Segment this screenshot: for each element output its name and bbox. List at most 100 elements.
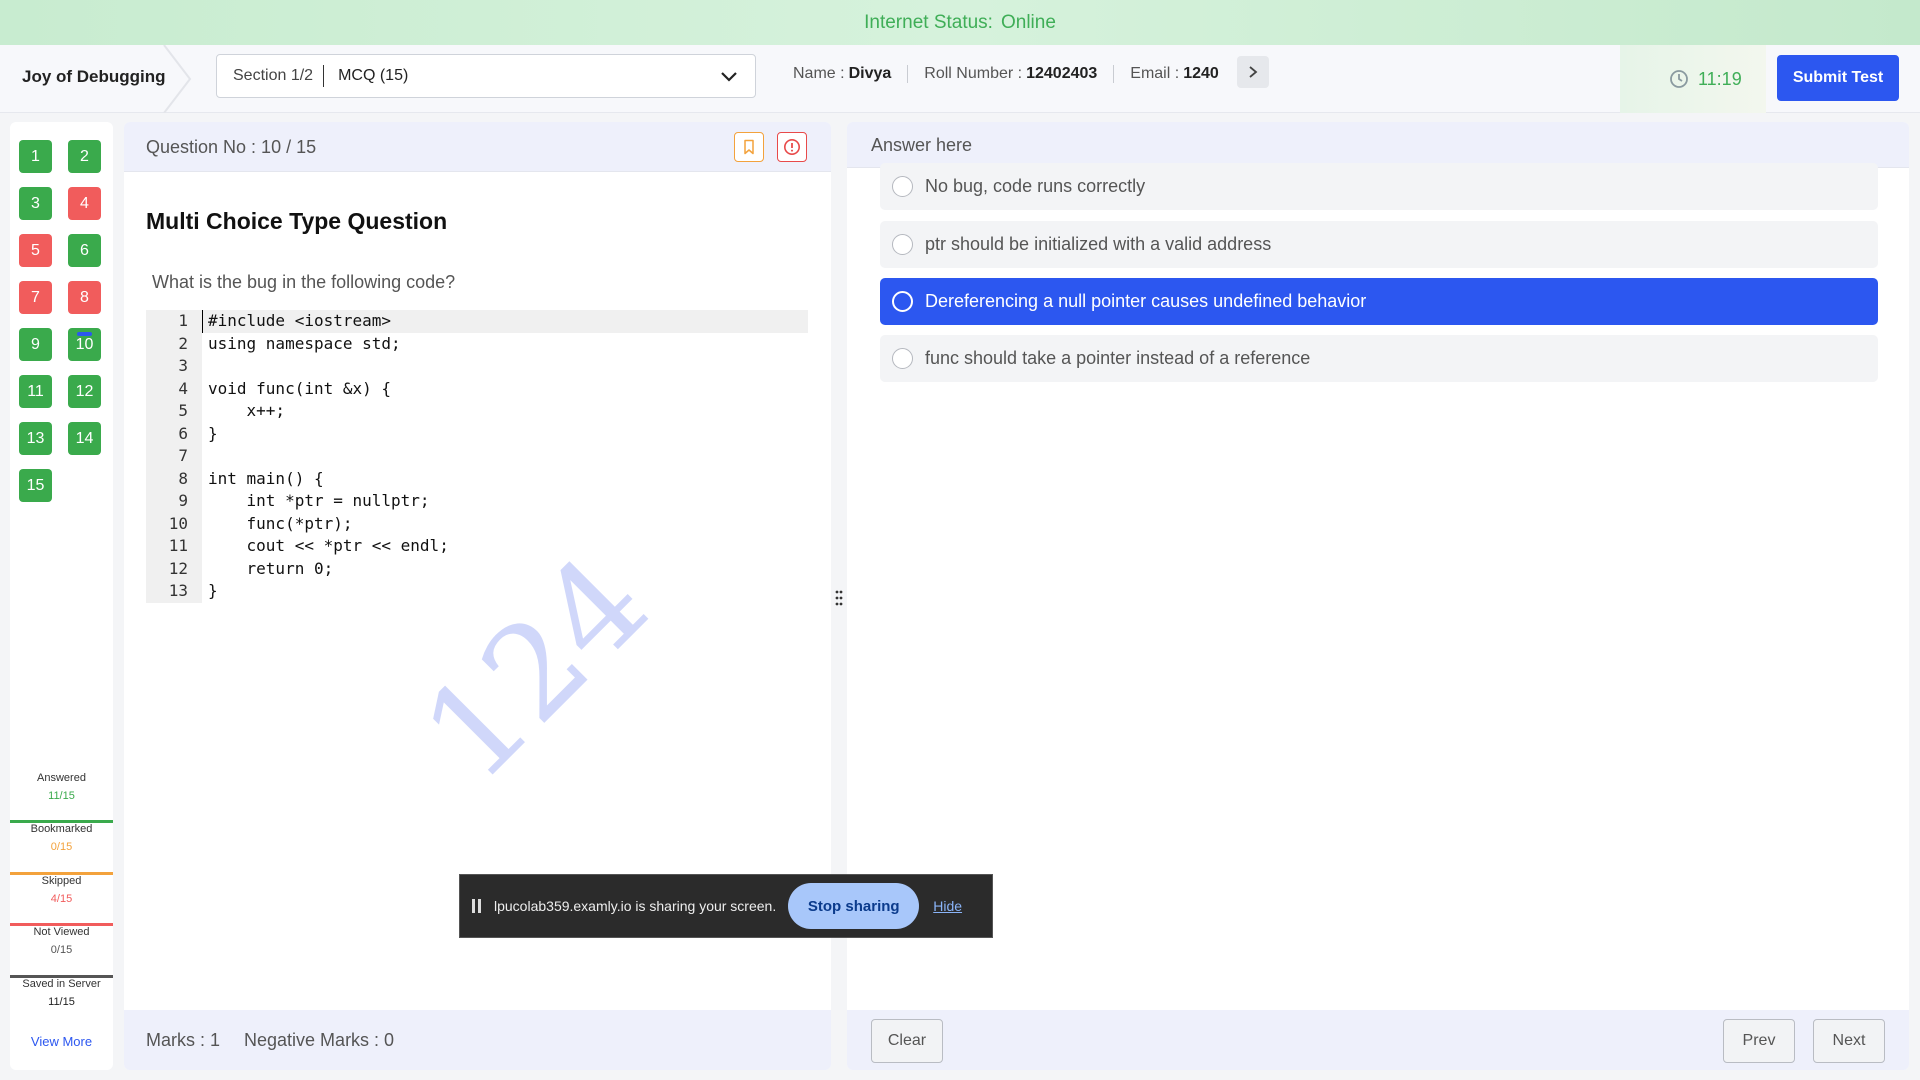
radio-icon <box>892 348 913 369</box>
answer-option-label: No bug, code runs correctly <box>925 176 1146 196</box>
app-title: Joy of Debugging <box>22 67 166 86</box>
code-line: 3 <box>146 355 808 378</box>
screen-share-bar: lpucolab359.examly.io is sharing your sc… <box>459 874 993 938</box>
question-button-10[interactable]: 10 <box>68 328 101 361</box>
bookmark-button[interactable] <box>734 132 764 162</box>
answer-option-1[interactable]: No bug, code runs correctly <box>880 163 1878 210</box>
question-button-9[interactable]: 9 <box>19 328 52 361</box>
chevron-right-icon <box>1249 66 1258 78</box>
code-line: 13} <box>146 580 808 603</box>
internet-status-value: Online <box>1000 11 1056 33</box>
panel-resize-handle-icon[interactable] <box>833 588 845 608</box>
answer-option-label: Dereferencing a null pointer causes unde… <box>925 291 1367 311</box>
answer-option-4[interactable]: func should take a pointer instead of a … <box>880 335 1878 382</box>
section-divider <box>323 65 325 87</box>
question-number: Question No : 10 / 15 <box>146 137 317 157</box>
question-button-2[interactable]: 2 <box>68 140 101 173</box>
question-text: What is the bug in the following code? <box>152 272 456 292</box>
question-button-5[interactable]: 5 <box>19 234 52 267</box>
screen-share-message: lpucolab359.examly.io is sharing your sc… <box>494 898 777 914</box>
code-line: 9 int *ptr = nullptr; <box>146 490 808 513</box>
section-dropdown[interactable]: Section 1/2 MCQ (15) <box>216 54 756 98</box>
line-number: 6 <box>146 422 202 445</box>
question-button-7[interactable]: 7 <box>19 281 52 314</box>
chevron-down-icon <box>721 72 737 82</box>
next-button[interactable]: Next <box>1813 1019 1885 1063</box>
roll-number: 12402403 <box>1026 65 1098 82</box>
answer-option-label: ptr should be initialized with a valid a… <box>925 234 1272 254</box>
answer-option-2[interactable]: ptr should be initialized with a valid a… <box>880 221 1878 268</box>
code-line: 5 x++; <box>146 400 808 423</box>
line-number: 12 <box>146 557 202 580</box>
timer: 11:19 <box>1620 45 1766 113</box>
alert-circle-icon <box>784 139 800 155</box>
submit-test-button[interactable]: Submit Test <box>1777 55 1899 101</box>
header: Joy of Debugging Section 1/2 MCQ (15) Na… <box>0 45 1920 113</box>
question-button-8[interactable]: 8 <box>68 281 101 314</box>
candidate-name: Divya <box>848 65 892 82</box>
legend-skipped-label: Skipped <box>41 875 82 887</box>
legend-saved-count: 11/15 <box>48 996 75 1008</box>
answer-footer: Clear Prev Next <box>847 1010 1909 1070</box>
code-line: 12 return 0; <box>146 557 808 580</box>
email-value: 1240 <box>1183 65 1219 82</box>
code-text: func(*ptr); <box>208 513 353 533</box>
answer-header-label: Answer here <box>871 135 973 155</box>
email-container: Email : 1240 <box>1130 65 1230 83</box>
info-scroll-right-button[interactable] <box>1237 56 1269 88</box>
legend-answered: Answered 11/15 <box>10 772 113 802</box>
code-text: int *ptr = nullptr; <box>208 491 430 510</box>
legend-bookmarked-count: 0/15 <box>50 841 73 853</box>
question-button-15[interactable]: 15 <box>19 469 52 502</box>
candidate-info: Name : Divya Roll Number : 12402403 Emai… <box>793 65 1230 83</box>
line-number: 13 <box>146 580 202 603</box>
marks-label: Marks : 1 <box>146 1029 221 1050</box>
prev-button[interactable]: Prev <box>1723 1019 1795 1063</box>
hide-share-bar-link[interactable]: Hide <box>933 898 962 914</box>
question-button-6[interactable]: 6 <box>68 234 101 267</box>
stop-sharing-button[interactable]: Stop sharing <box>788 883 920 929</box>
question-button-13[interactable]: 13 <box>19 422 52 455</box>
name-label: Name : <box>793 65 845 82</box>
legend-answered-count: 11/15 <box>48 790 75 802</box>
code-text: x++; <box>208 401 286 420</box>
question-button-3[interactable]: 3 <box>19 187 52 220</box>
info-divider <box>1113 65 1115 83</box>
code-line: 2 using namespace std; <box>146 332 808 355</box>
code-text: } <box>208 581 218 600</box>
code-line: 1 #include <iostream> <box>146 310 808 333</box>
question-button-4[interactable]: 4 <box>68 187 101 220</box>
line-number: 2 <box>146 332 202 355</box>
question-button-1[interactable]: 1 <box>19 140 52 173</box>
code-line: 8 int main() { <box>146 467 808 490</box>
answer-option-label: func should take a pointer instead of a … <box>925 348 1311 368</box>
email-label: Email : <box>1130 65 1180 82</box>
legend-skipped: Skipped 4/15 <box>10 875 113 905</box>
question-button-12[interactable]: 12 <box>68 375 101 408</box>
answer-header: Answer here <box>847 122 1909 168</box>
legend-bookmarked: Bookmarked 0/15 <box>10 823 113 853</box>
code-text: #include <iostream> <box>202 310 391 333</box>
code-block: 1 #include <iostream> 2 using namespace std… <box>146 310 808 603</box>
code-text: void func(int &x) { <box>208 378 392 398</box>
report-button[interactable] <box>777 132 807 162</box>
question-button-11[interactable]: 11 <box>19 375 52 408</box>
view-more-link[interactable]: View More <box>10 1034 113 1049</box>
question-button-14[interactable]: 14 <box>68 422 101 455</box>
clear-button[interactable]: Clear <box>871 1019 943 1063</box>
negative-marks-label: Negative Marks : 0 <box>244 1029 395 1050</box>
code-line: 11 cout << *ptr << endl; <box>146 535 808 558</box>
legend-answered-label: Answered <box>37 772 86 784</box>
line-number: 11 <box>146 535 202 558</box>
answer-option-3[interactable]: Dereferencing a null pointer causes unde… <box>880 278 1878 325</box>
line-number: 8 <box>146 467 202 490</box>
legend-skipped-count: 4/15 <box>50 893 73 905</box>
internet-status-bar: Internet Status: Online <box>0 0 1920 45</box>
line-number: 4 <box>146 377 202 400</box>
question-palette: 1 2 3 4 5 6 7 8 9 10 11 12 13 14 15 Answered 11/15 Boo… <box>10 122 113 1070</box>
section-label: Section 1/2 <box>233 67 314 84</box>
legend-saved-label: Saved in Server <box>22 978 101 990</box>
roll-label: Roll Number : <box>924 65 1023 82</box>
legend-not-viewed-count: 0/15 <box>50 944 73 956</box>
line-number: 5 <box>146 400 202 423</box>
